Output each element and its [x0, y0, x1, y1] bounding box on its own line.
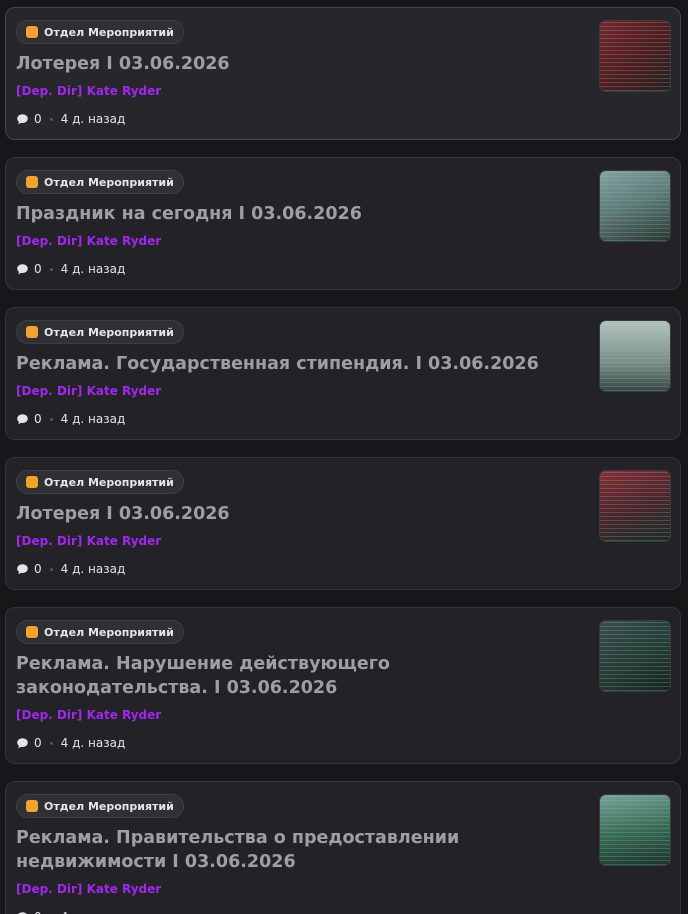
news-thumbnail-image[interactable] — [599, 320, 671, 392]
news-card[interactable]: Отдел Мероприятий Реклама. Государственн… — [5, 307, 681, 440]
comment-count: 0 — [34, 910, 42, 914]
news-title[interactable]: Лотерея I 03.06.2026 — [16, 502, 571, 526]
post-time: 4 — [61, 910, 69, 914]
post-time: 4 д. назад — [60, 412, 126, 426]
author-name[interactable]: [Dep. Dir] Kate Ryder — [16, 384, 161, 398]
news-thumbnail-image[interactable] — [599, 470, 671, 542]
category-label: Отдел Мероприятий — [44, 625, 174, 639]
comment-count: 0 — [34, 562, 42, 576]
comment-bubble-icon — [17, 413, 28, 424]
category-square-icon — [26, 326, 38, 338]
dot-separator — [49, 567, 53, 571]
news-card[interactable]: Отдел Мероприятий Реклама. Правительства… — [5, 781, 681, 914]
news-title[interactable]: Реклама. Правительства о предоставлении … — [16, 826, 571, 874]
comment-count: 0 — [34, 412, 42, 426]
dot-separator — [49, 417, 53, 421]
category-square-icon — [26, 26, 38, 38]
comment-count: 0 — [34, 262, 42, 276]
author-name[interactable]: [Dep. Dir] Kate Ryder — [16, 708, 161, 722]
category-square-icon — [26, 476, 38, 488]
news-title[interactable]: Реклама. Государственная стипендия. I 03… — [16, 352, 571, 376]
dot-separator — [49, 741, 53, 745]
news-meta: 0 4 д. назад — [16, 261, 125, 277]
dot-separator — [49, 267, 53, 271]
category-square-icon — [26, 800, 38, 812]
category-tag[interactable]: Отдел Мероприятий — [16, 320, 184, 344]
category-label: Отдел Мероприятий — [44, 475, 174, 489]
news-thumbnail-image[interactable] — [599, 20, 671, 92]
author-name[interactable]: [Dep. Dir] Kate Ryder — [16, 534, 161, 548]
news-title[interactable]: Лотерея I 03.06.2026 — [16, 52, 571, 76]
category-tag[interactable]: Отдел Мероприятий — [16, 470, 184, 494]
news-title[interactable]: Праздник на сегодня I 03.06.2026 — [16, 202, 571, 226]
category-label: Отдел Мероприятий — [44, 799, 174, 813]
post-time: 4 д. назад — [60, 262, 126, 276]
author-name[interactable]: [Dep. Dir] Kate Ryder — [16, 234, 161, 248]
post-time: 4 д. назад — [60, 562, 126, 576]
category-tag[interactable]: Отдел Мероприятий — [16, 20, 184, 44]
news-thumbnail-image[interactable] — [599, 620, 671, 692]
news-thumbnail-image[interactable] — [599, 170, 671, 242]
category-square-icon — [26, 626, 38, 638]
news-meta: 0 4 д. назад — [16, 411, 125, 427]
comment-bubble-icon — [17, 263, 28, 274]
comment-count: 0 — [34, 112, 42, 126]
comment-bubble-icon — [17, 113, 28, 124]
category-tag[interactable]: Отдел Мероприятий — [16, 794, 184, 818]
news-card[interactable]: Отдел Мероприятий Праздник на сегодня I … — [5, 157, 681, 290]
post-time: 4 д. назад — [60, 736, 126, 750]
comment-bubble-icon — [17, 911, 28, 914]
category-square-icon — [26, 176, 38, 188]
comment-bubble-icon — [17, 737, 28, 748]
category-label: Отдел Мероприятий — [44, 325, 174, 339]
news-feed: Отдел Мероприятий Лотерея I 03.06.2026 [… — [0, 0, 688, 914]
news-thumbnail-image[interactable] — [599, 794, 671, 866]
comment-bubble-icon — [17, 563, 28, 574]
dot-separator — [49, 117, 53, 121]
author-name[interactable]: [Dep. Dir] Kate Ryder — [16, 882, 161, 896]
news-card[interactable]: Отдел Мероприятий Лотерея I 03.06.2026 [… — [5, 457, 681, 590]
author-name[interactable]: [Dep. Dir] Kate Ryder — [16, 84, 161, 98]
news-card[interactable]: Отдел Мероприятий Реклама. Нарушение дей… — [5, 607, 681, 764]
category-label: Отдел Мероприятий — [44, 175, 174, 189]
category-label: Отдел Мероприятий — [44, 25, 174, 39]
news-meta: 0 4 д. назад — [16, 111, 125, 127]
news-meta: 0 4 — [16, 909, 68, 914]
news-meta: 0 4 д. назад — [16, 561, 125, 577]
comment-count: 0 — [34, 736, 42, 750]
news-card[interactable]: Отдел Мероприятий Лотерея I 03.06.2026 [… — [5, 7, 681, 140]
post-time: 4 д. назад — [60, 112, 126, 126]
news-title[interactable]: Реклама. Нарушение действующего законода… — [16, 652, 571, 700]
news-meta: 0 4 д. назад — [16, 735, 125, 751]
category-tag[interactable]: Отдел Мероприятий — [16, 620, 184, 644]
category-tag[interactable]: Отдел Мероприятий — [16, 170, 184, 194]
